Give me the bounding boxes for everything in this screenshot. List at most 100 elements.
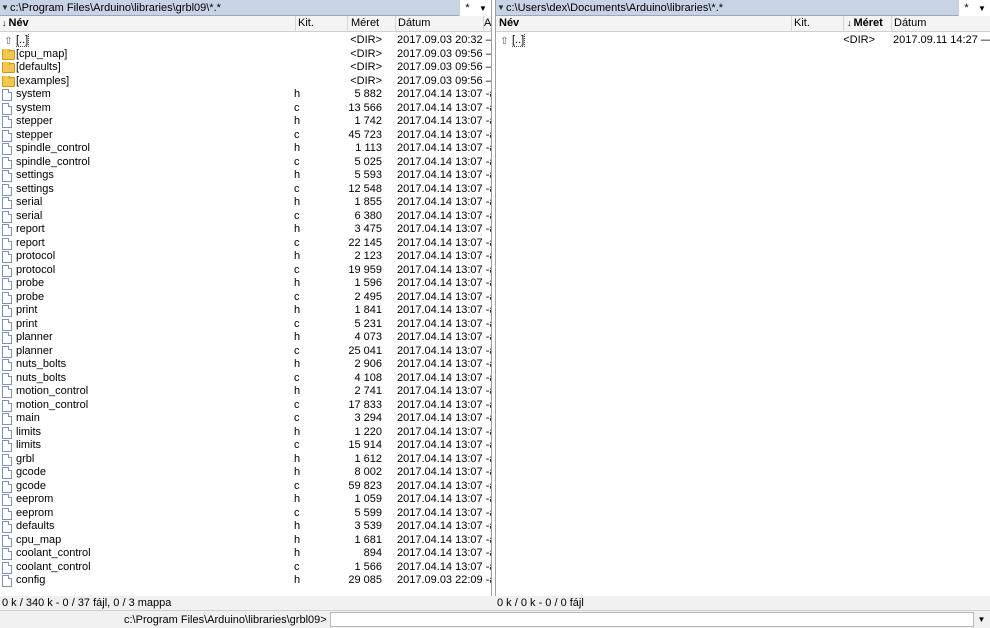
- file-row[interactable]: system c 13 566 2017.04.14 13:07 -a: [0, 102, 491, 116]
- file-row[interactable]: ⇧ [..] <DIR> 2017.09.11 14:27 —: [496, 34, 990, 48]
- file-row[interactable]: settings h 5 593 2017.04.14 13:07 -a: [0, 169, 491, 183]
- file-name: config: [16, 574, 46, 586]
- path-history-icon[interactable]: ▼: [496, 3, 506, 12]
- file-size: 2 741: [354, 385, 382, 397]
- file-row[interactable]: settings c 12 548 2017.04.14 13:07 -a: [0, 183, 491, 197]
- file-size: 3 475: [354, 223, 382, 235]
- file-row[interactable]: spindle_control h 1 113 2017.04.14 13:07 -a: [0, 142, 491, 156]
- file-ext: c: [294, 506, 300, 519]
- file-row[interactable]: stepper h 1 742 2017.04.14 13:07 -a: [0, 115, 491, 129]
- right-file-panel[interactable]: ▼ c:\Users\dex\Documents\Arduino\librari…: [495, 0, 990, 596]
- command-history-dropdown-icon[interactable]: ▼: [974, 612, 989, 627]
- file-date: 2017.04.14 13:07 -a: [397, 196, 492, 208]
- file-row[interactable]: system h 5 882 2017.04.14 13:07 -a: [0, 88, 491, 102]
- file-row[interactable]: coolant_control h 894 2017.04.14 13:07 -a: [0, 547, 491, 561]
- file-ext: h: [294, 533, 301, 546]
- file-row[interactable]: print h 1 841 2017.04.14 13:07 -a: [0, 304, 491, 318]
- file-row[interactable]: grbl h 1 612 2017.04.14 13:07 -a: [0, 453, 491, 467]
- file-row[interactable]: print c 5 231 2017.04.14 13:07 -a: [0, 318, 491, 332]
- file-size: 1 855: [354, 196, 382, 208]
- file-row[interactable]: limits c 15 914 2017.04.14 13:07 -a: [0, 439, 491, 453]
- file-name: spindle_control: [16, 155, 90, 168]
- file-icon: [2, 251, 15, 263]
- file-date: 2017.04.14 13:07 -a: [397, 236, 492, 249]
- file-name: [..]: [16, 34, 30, 47]
- favorites-star-icon[interactable]: *: [459, 0, 475, 16]
- file-size: 25 041: [348, 344, 382, 357]
- file-size: 3 294: [354, 412, 382, 424]
- file-date: 2017.04.14 13:07 -a: [397, 250, 492, 262]
- command-input[interactable]: [330, 612, 974, 627]
- file-row[interactable]: motion_control c 17 833 2017.04.14 13:07 -a: [0, 399, 491, 413]
- file-row[interactable]: [defaults] <DIR> 2017.09.03 09:56 —: [0, 61, 491, 75]
- column-name-header[interactable]: ↓ Név: [0, 16, 296, 32]
- file-row[interactable]: eeprom h 1 059 2017.04.14 13:07 -a: [0, 493, 491, 507]
- column-ext-header[interactable]: Kit.: [296, 16, 348, 32]
- column-ext-header[interactable]: Kit.: [792, 16, 844, 32]
- file-row[interactable]: stepper c 45 723 2017.04.14 13:07 -a: [0, 129, 491, 143]
- file-row[interactable]: probe c 2 495 2017.04.14 13:07 -a: [0, 291, 491, 305]
- file-row[interactable]: serial h 1 855 2017.04.14 13:07 -a: [0, 196, 491, 210]
- up-icon: ⇧: [500, 36, 509, 47]
- favorites-star-icon[interactable]: *: [958, 0, 974, 16]
- file-name: [cpu_map]: [16, 47, 68, 60]
- file-name: motion_control: [16, 398, 89, 411]
- file-row[interactable]: eeprom c 5 599 2017.04.14 13:07 -a: [0, 507, 491, 521]
- file-row[interactable]: main c 3 294 2017.04.14 13:07 -a: [0, 412, 491, 426]
- file-row[interactable]: nuts_bolts h 2 906 2017.04.14 13:07 -a: [0, 358, 491, 372]
- file-ext: h: [294, 142, 301, 154]
- file-size: 1 742: [354, 115, 382, 127]
- file-row[interactable]: planner h 4 073 2017.04.14 13:07 -a: [0, 331, 491, 345]
- file-row[interactable]: gcode h 8 002 2017.04.14 13:07 -a: [0, 466, 491, 480]
- file-row[interactable]: [examples] <DIR> 2017.09.03 09:56 —: [0, 75, 491, 89]
- file-row[interactable]: coolant_control c 1 566 2017.04.14 13:07 -a: [0, 561, 491, 575]
- file-row[interactable]: motion_control h 2 741 2017.04.14 13:07 -a: [0, 385, 491, 399]
- path-history-icon[interactable]: ▼: [0, 3, 10, 12]
- file-row[interactable]: report h 3 475 2017.04.14 13:07 -a: [0, 223, 491, 237]
- column-date-header[interactable]: Dátum: [892, 16, 990, 32]
- right-path-bar[interactable]: ▼ c:\Users\dex\Documents\Arduino\librari…: [496, 0, 990, 16]
- file-date: 2017.04.14 13:07 -a: [397, 506, 492, 519]
- file-date: 2017.04.14 13:07 -a: [397, 412, 492, 424]
- history-dropdown-icon[interactable]: ▼: [475, 0, 491, 16]
- column-size-header[interactable]: Méret: [348, 16, 396, 32]
- file-name: planner: [16, 344, 53, 357]
- file-row[interactable]: probe h 1 596 2017.04.14 13:07 -a: [0, 277, 491, 291]
- left-file-panel[interactable]: ▼ c:\Program Files\Arduino\libraries\grb…: [0, 0, 492, 596]
- file-ext: h: [294, 385, 301, 397]
- file-row[interactable]: config h 29 085 2017.09.03 22:09 -a: [0, 574, 491, 588]
- file-row[interactable]: protocol c 19 959 2017.04.14 13:07 -a: [0, 264, 491, 278]
- file-icon: [2, 372, 15, 385]
- file-row[interactable]: [cpu_map] <DIR> 2017.09.03 09:56 —: [0, 48, 491, 62]
- file-ext: c: [294, 236, 300, 249]
- file-row[interactable]: cpu_map h 1 681 2017.04.14 13:07 -a: [0, 534, 491, 548]
- file-row[interactable]: spindle_control c 5 025 2017.04.14 13:07 -a: [0, 156, 491, 170]
- file-row[interactable]: limits h 1 220 2017.04.14 13:07 -a: [0, 426, 491, 440]
- file-row[interactable]: ⇧ [..] <DIR> 2017.09.03 20:32 —: [0, 34, 491, 48]
- column-name-header[interactable]: Név: [496, 16, 792, 32]
- file-row[interactable]: defaults h 3 539 2017.04.14 13:07 -a: [0, 520, 491, 534]
- left-path-bar[interactable]: ▼ c:\Program Files\Arduino\libraries\grb…: [0, 0, 491, 16]
- column-size-header[interactable]: ↓ Méret: [844, 16, 892, 32]
- file-name: report: [16, 223, 45, 235]
- file-row[interactable]: serial c 6 380 2017.04.14 13:07 -a: [0, 210, 491, 224]
- file-row[interactable]: planner c 25 041 2017.04.14 13:07 -a: [0, 345, 491, 359]
- file-ext: h: [294, 574, 301, 586]
- file-date: 2017.09.03 09:56 —: [397, 47, 492, 60]
- file-row[interactable]: protocol h 2 123 2017.04.14 13:07 -a: [0, 250, 491, 264]
- file-size: <DIR>: [350, 34, 382, 46]
- file-date: 2017.04.14 13:07 -a: [397, 142, 492, 154]
- column-attr-header[interactable]: A: [484, 16, 491, 32]
- file-date: 2017.04.14 13:07 -a: [397, 182, 492, 195]
- file-row[interactable]: report c 22 145 2017.04.14 13:07 -a: [0, 237, 491, 251]
- command-prompt: c:\Program Files\Arduino\libraries\grbl0…: [124, 614, 327, 626]
- file-ext: [790, 34, 810, 48]
- file-row[interactable]: nuts_bolts c 4 108 2017.04.14 13:07 -a: [0, 372, 491, 386]
- file-row[interactable]: gcode c 59 823 2017.04.14 13:07 -a: [0, 480, 491, 494]
- file-icon: [2, 534, 15, 547]
- file-date: 2017.04.14 13:07 -a: [397, 277, 492, 289]
- history-dropdown-icon[interactable]: ▼: [974, 0, 990, 16]
- column-date-header[interactable]: Dátum: [396, 16, 484, 32]
- file-name: eeprom: [16, 506, 54, 519]
- file-size: 1 113: [355, 142, 382, 154]
